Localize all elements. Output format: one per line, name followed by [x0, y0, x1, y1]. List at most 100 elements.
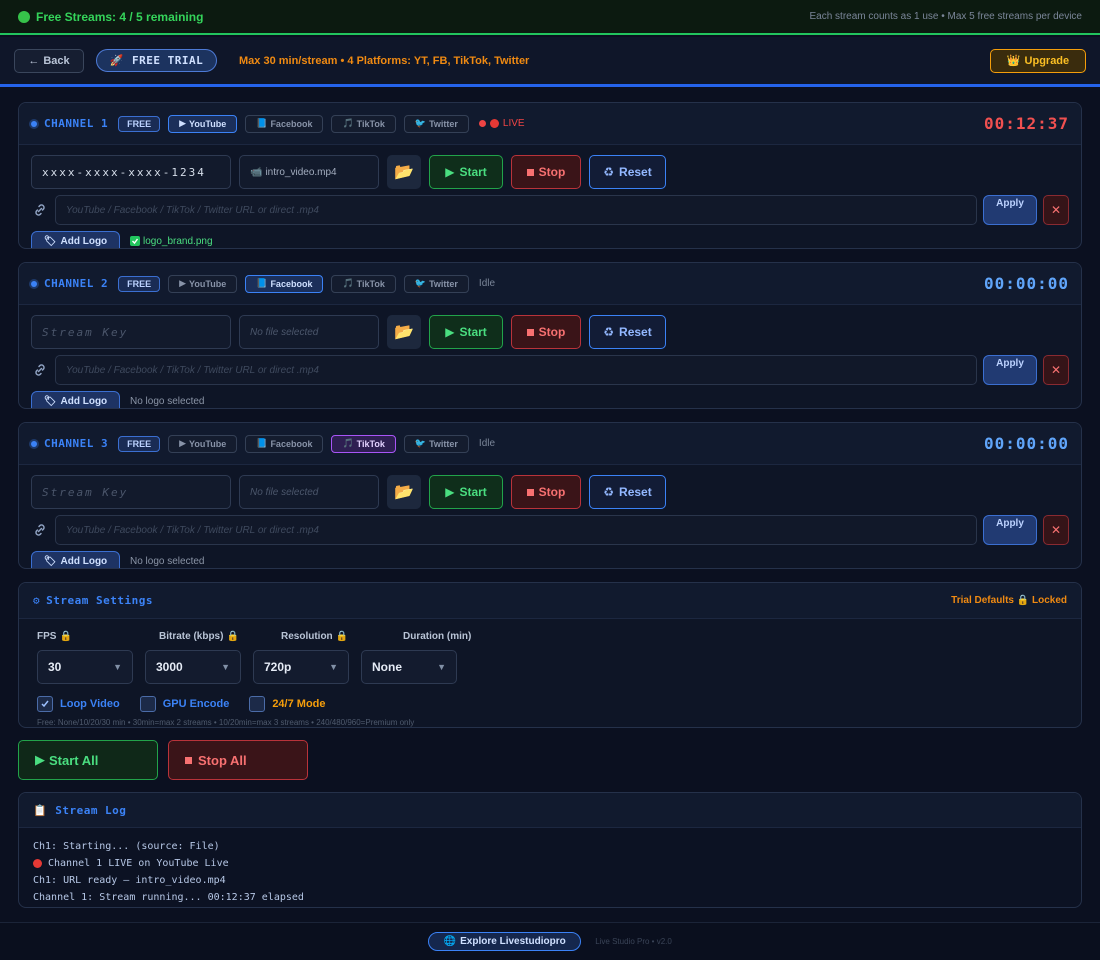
- checkbox-empty-icon[interactable]: [249, 696, 266, 712]
- checkbox-empty-icon[interactable]: [139, 696, 156, 712]
- video-file-field[interactable]: 📹 intro_video.mp4: [239, 155, 379, 189]
- platform-label: Facebook: [270, 278, 313, 289]
- setting-select-2[interactable]: 3000 ▼: [145, 650, 241, 684]
- setting-select-3[interactable]: 720p ▼: [253, 650, 349, 684]
- twitter-icon: 🐦: [414, 278, 427, 288]
- checkbox-label: Loop Video: [60, 698, 120, 710]
- setting-select-4[interactable]: None ▼: [361, 650, 457, 684]
- platform-facebook-button[interactable]: 📘 Facebook: [245, 434, 324, 453]
- add-logo-button[interactable]: 🏷 Add Logo: [31, 391, 120, 408]
- add-logo-button[interactable]: 🏷 Add Logo: [31, 231, 120, 248]
- add-logo-button[interactable]: 🏷 Add Logo: [31, 551, 120, 568]
- red-circle-icon: [33, 859, 42, 868]
- start-button[interactable]: ▶ Start: [429, 155, 503, 189]
- platform-twitter-button[interactable]: 🐦 Twitter: [403, 274, 469, 293]
- status-text: Idle: [478, 278, 496, 289]
- start-all-button[interactable]: ▶ Start All: [18, 740, 158, 780]
- stream-settings-panel: ⚙ Stream Settings Trial Defaults 🔒 Locke…: [18, 582, 1082, 728]
- channel-card-3: CHANNEL 3 FREE ▶ YouTube 📘 Facebook 🎵 TikTok 🐦…: [18, 422, 1082, 569]
- lock-icon: 🔒: [335, 631, 349, 642]
- free-trial-badge[interactable]: 🚀 FREE TRIAL: [96, 49, 217, 72]
- start-button[interactable]: ▶ Start: [429, 315, 503, 349]
- reset-button[interactable]: ♻ Reset: [589, 155, 666, 189]
- channel-card-2: CHANNEL 2 FREE ▶ YouTube 📘 Facebook 🎵 TikTok 🐦…: [18, 262, 1082, 409]
- reset-label: Reset: [619, 485, 652, 499]
- platform-facebook-button[interactable]: 📘 Facebook: [245, 274, 324, 293]
- stream-usage-note: Each stream counts as 1 use • Max 5 free…: [809, 11, 1082, 22]
- platform-label: YouTube: [189, 438, 227, 449]
- stream-key-input[interactable]: Stream Key: [31, 475, 231, 509]
- clear-url-button[interactable]: ✕: [1043, 195, 1069, 225]
- tag-icon: 🏷: [43, 395, 57, 407]
- add-logo-label: Add Logo: [60, 555, 108, 567]
- stream-log-header: 📋 Stream Log: [19, 793, 1081, 828]
- source-url-input[interactable]: YouTube / Facebook / TikTok / Twitter UR…: [55, 355, 977, 385]
- platform-twitter-button[interactable]: 🐦 Twitter: [403, 434, 469, 453]
- back-button[interactable]: ← Back: [14, 48, 84, 73]
- setting-checkbox-2[interactable]: GPU Encode: [139, 696, 229, 712]
- browse-file-button[interactable]: 📂: [387, 155, 421, 189]
- platform-youtube-button[interactable]: ▶ YouTube: [168, 434, 238, 453]
- stop-button[interactable]: Stop: [511, 475, 581, 509]
- stop-button[interactable]: Stop: [511, 315, 581, 349]
- status-text: LIVE: [502, 118, 525, 129]
- upgrade-button[interactable]: 👑 Upgrade: [990, 48, 1086, 73]
- link-icon: [31, 202, 49, 218]
- explore-button[interactable]: 🌐 Explore Livestudiopro: [428, 932, 582, 951]
- stream-key-input[interactable]: xxxx-xxxx-xxxx-1234: [31, 155, 231, 189]
- apply-url-button[interactable]: Apply: [983, 515, 1037, 545]
- apply-url-button[interactable]: Apply: [983, 195, 1037, 225]
- logo-file-name: No logo selected: [130, 556, 205, 567]
- stream-key-input[interactable]: Stream Key: [31, 315, 231, 349]
- tiktok-icon: 🎵: [342, 438, 354, 448]
- stream-log-lines[interactable]: Ch1: Starting... (source: File) Channel 1…: [19, 828, 1081, 906]
- start-label: Start: [459, 325, 487, 339]
- platform-tiktok-button[interactable]: 🎵 TikTok: [331, 274, 396, 293]
- green-circle-icon: [18, 10, 30, 23]
- tag-icon: 🏷: [43, 235, 57, 247]
- stop-square-icon: [526, 328, 534, 336]
- link-icon: [31, 522, 49, 538]
- recycle-icon: ♻: [603, 485, 615, 499]
- source-url-input[interactable]: YouTube / Facebook / TikTok / Twitter UR…: [55, 515, 977, 545]
- platform-tiktok-button[interactable]: 🎵 TikTok: [331, 434, 396, 453]
- browse-file-button[interactable]: 📂: [387, 475, 421, 509]
- live-dot-icon: [478, 120, 486, 127]
- recycle-icon: ♻: [603, 325, 615, 339]
- clear-url-button[interactable]: ✕: [1043, 515, 1069, 545]
- platform-twitter-button[interactable]: 🐦 Twitter: [403, 114, 469, 133]
- start-button[interactable]: ▶ Start: [429, 475, 503, 509]
- footer: 🌐 Explore Livestudiopro Live Studio Pro …: [0, 922, 1100, 960]
- settings-hint: Free: None/10/20/30 min • 30min=max 2 st…: [37, 718, 415, 727]
- reset-button[interactable]: ♻ Reset: [589, 315, 666, 349]
- setting-label-2: Bitrate (kbps) 🔒: [159, 631, 239, 642]
- platform-youtube-button[interactable]: ▶ YouTube: [168, 274, 238, 293]
- platform-facebook-button[interactable]: 📘 Facebook: [245, 114, 324, 133]
- youtube-icon: ▶: [179, 118, 187, 128]
- setting-checkbox-1[interactable]: Loop Video: [37, 696, 120, 712]
- channel-indicator-icon: [31, 440, 37, 447]
- source-url-input[interactable]: YouTube / Facebook / TikTok / Twitter UR…: [55, 195, 977, 225]
- browse-file-button[interactable]: 📂: [387, 315, 421, 349]
- platform-label: TikTok: [356, 118, 385, 129]
- channel-header: CHANNEL 1 FREE ▶ YouTube 📘 Facebook 🎵 TikTok 🐦…: [19, 103, 1081, 145]
- stop-button[interactable]: Stop: [511, 155, 581, 189]
- checkbox-checked-icon[interactable]: [37, 696, 53, 712]
- play-icon: ▶: [445, 325, 455, 339]
- video-file-field[interactable]: No file selected: [239, 475, 379, 509]
- back-button-label: Back: [43, 54, 70, 67]
- start-all-label: Start All: [49, 752, 99, 768]
- platform-youtube-button[interactable]: ▶ YouTube: [168, 114, 238, 133]
- stop-all-button[interactable]: Stop All: [168, 740, 308, 780]
- video-file-field[interactable]: No file selected: [239, 315, 379, 349]
- setting-checkbox-3[interactable]: 24/7 Mode: [249, 696, 326, 712]
- setting-select-1[interactable]: 30 ▼: [37, 650, 133, 684]
- platform-tiktok-button[interactable]: 🎵 TikTok: [331, 114, 396, 133]
- reset-button[interactable]: ♻ Reset: [589, 475, 666, 509]
- channel-header: CHANNEL 2 FREE ▶ YouTube 📘 Facebook 🎵 TikTok 🐦…: [19, 263, 1081, 305]
- apply-url-button[interactable]: Apply: [983, 355, 1037, 385]
- clear-url-button[interactable]: ✕: [1043, 355, 1069, 385]
- platform-label: YouTube: [189, 278, 227, 289]
- play-icon: ▶: [445, 165, 455, 179]
- setting-select-value: 30: [48, 660, 62, 674]
